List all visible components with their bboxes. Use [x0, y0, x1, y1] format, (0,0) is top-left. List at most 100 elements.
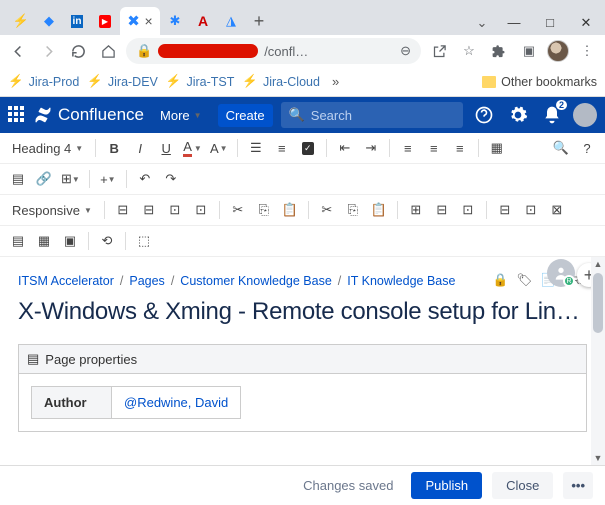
reader-button[interactable]: ▣ [517, 39, 541, 63]
heading-select[interactable]: Heading 4▼ [6, 136, 89, 160]
more-format-button[interactable]: A▼ [207, 136, 231, 160]
macro-btn-4[interactable]: ⟲ [95, 229, 119, 253]
scrollbar[interactable]: ▲ ▼ [591, 257, 605, 467]
responsive-select[interactable]: Responsive▼ [6, 198, 98, 222]
merge-button[interactable]: ⊞ [404, 198, 428, 222]
bookmark-star-button[interactable]: ☆ [457, 39, 481, 63]
browser-tab[interactable]: ⚡ [8, 7, 34, 35]
indent-button[interactable]: ⇥ [359, 136, 383, 160]
author-cell[interactable]: @Redwine, David [112, 387, 241, 419]
tab-dropdown[interactable]: ⌄ [467, 10, 497, 35]
browser-tab[interactable]: ✱ [162, 7, 188, 35]
close-window-button[interactable]: ✕ [569, 10, 603, 35]
align-left-button[interactable]: ≡ [396, 136, 420, 160]
labels-icon[interactable]: 🏷 [516, 273, 532, 288]
row-before-button[interactable]: ⊟ [111, 198, 135, 222]
col-after-button[interactable]: ⊡ [189, 198, 213, 222]
col-before-button[interactable]: ⊡ [163, 198, 187, 222]
publish-button[interactable]: Publish [411, 472, 482, 499]
link-button[interactable]: 🔗 [32, 167, 56, 191]
new-tab-button[interactable]: + [246, 7, 272, 35]
reload-button[interactable] [66, 39, 90, 63]
paste-row-button[interactable]: 📋 [278, 198, 302, 222]
crumb-link[interactable]: Customer Knowledge Base [180, 274, 331, 288]
author-header[interactable]: Author [32, 387, 112, 419]
align-center-button[interactable]: ≡ [422, 136, 446, 160]
browser-tab-active[interactable]: ✖ × [120, 7, 160, 35]
extensions-button[interactable] [487, 39, 511, 63]
scroll-thumb[interactable] [593, 273, 603, 333]
outdent-button[interactable]: ⇤ [333, 136, 357, 160]
url-field[interactable]: 🔒 /confl… ⊖ [126, 38, 421, 64]
collaborator-avatar[interactable]: R [547, 259, 575, 287]
help-toolbar-button[interactable]: ? [575, 136, 599, 160]
page-title[interactable]: X-Windows & Xming - Remote console setup… [18, 298, 587, 326]
undo-button[interactable]: ↶ [133, 167, 157, 191]
restrictions-icon[interactable]: 🔒 [493, 273, 509, 288]
bold-button[interactable]: B [102, 136, 126, 160]
redo-button[interactable]: ↷ [159, 167, 183, 191]
paste-col-button[interactable]: 📋 [367, 198, 391, 222]
close-button[interactable]: Close [492, 472, 553, 499]
scroll-down[interactable]: ▼ [593, 453, 603, 465]
confluence-logo[interactable]: Confluence [34, 105, 144, 125]
back-button[interactable] [6, 39, 30, 63]
bookmark-item[interactable]: ⚡Jira-DEV [87, 74, 158, 89]
tab-close-button[interactable]: × [144, 13, 152, 29]
browser-tab[interactable]: ◆ [36, 7, 62, 35]
macro-btn-2[interactable]: ▦ [32, 229, 56, 253]
align-right-button[interactable]: ≡ [448, 136, 472, 160]
page-properties-macro[interactable]: ▤ Page properties Author @Redwine, David [18, 344, 587, 432]
split-button[interactable]: ⊟ [430, 198, 454, 222]
macro-btn-5[interactable]: ⬚ [132, 229, 156, 253]
bookmark-item[interactable]: ⚡Jira-Cloud [242, 74, 320, 89]
italic-button[interactable]: I [128, 136, 152, 160]
properties-table[interactable]: Author @Redwine, David [31, 386, 241, 419]
browser-menu-button[interactable]: ⋮ [575, 39, 599, 63]
find-button[interactable]: 🔍 [549, 136, 573, 160]
task-list-button[interactable]: ✓ [296, 136, 320, 160]
scroll-up[interactable]: ▲ [593, 259, 603, 271]
cut-col-button[interactable]: ✂ [315, 198, 339, 222]
del-row-button[interactable]: ⊟ [493, 198, 517, 222]
bookmark-item[interactable]: ⚡Jira-TST [166, 74, 235, 89]
bullet-list-button[interactable]: ☰ [244, 136, 268, 160]
insert-file-button[interactable]: ▤ [6, 167, 30, 191]
browser-tab[interactable]: ▶ [92, 7, 118, 35]
bookmark-item[interactable]: ⚡Jira-Prod [8, 74, 79, 89]
macro-btn-1[interactable]: ▤ [6, 229, 30, 253]
number-list-button[interactable]: ≡ [270, 136, 294, 160]
row-after-button[interactable]: ⊟ [137, 198, 161, 222]
macro-btn-3[interactable]: ▣ [58, 229, 82, 253]
insert-more-button[interactable]: +▼ [96, 167, 120, 191]
other-bookmarks[interactable]: Other bookmarks [482, 75, 597, 89]
copy-col-button[interactable]: ⎘ [341, 198, 365, 222]
crumb-link[interactable]: ITSM Accelerator [18, 274, 114, 288]
crumb-link[interactable]: IT Knowledge Base [347, 274, 455, 288]
crumb-link[interactable]: Pages [129, 274, 164, 288]
layout-button[interactable]: ▦ [485, 136, 509, 160]
user-mention[interactable]: @Redwine, David [124, 395, 228, 410]
del-table-button[interactable]: ⊠ [545, 198, 569, 222]
more-actions-button[interactable]: ••• [563, 472, 593, 499]
share-button[interactable] [427, 39, 451, 63]
text-color-button[interactable]: A▼ [180, 136, 205, 160]
bookmarks-overflow[interactable]: » [332, 74, 339, 89]
search-field[interactable]: 🔍 Search [281, 102, 463, 128]
settings-button[interactable] [505, 102, 531, 128]
notifications-button[interactable]: 2 [539, 102, 565, 128]
cut-row-button[interactable]: ✂ [226, 198, 250, 222]
browser-tab[interactable]: ◮ [218, 7, 244, 35]
home-button[interactable] [96, 39, 120, 63]
del-col-button[interactable]: ⊡ [519, 198, 543, 222]
user-avatar[interactable] [573, 103, 597, 127]
copy-row-button[interactable]: ⎘ [252, 198, 276, 222]
minimize-button[interactable]: ― [497, 10, 531, 35]
create-button[interactable]: Create [218, 104, 273, 127]
profile-avatar[interactable] [547, 40, 569, 62]
browser-tab[interactable]: in [64, 7, 90, 35]
app-switcher[interactable] [8, 106, 26, 124]
numbering-col-button[interactable]: ⊡ [456, 198, 480, 222]
forward-button[interactable] [36, 39, 60, 63]
help-button[interactable] [471, 102, 497, 128]
